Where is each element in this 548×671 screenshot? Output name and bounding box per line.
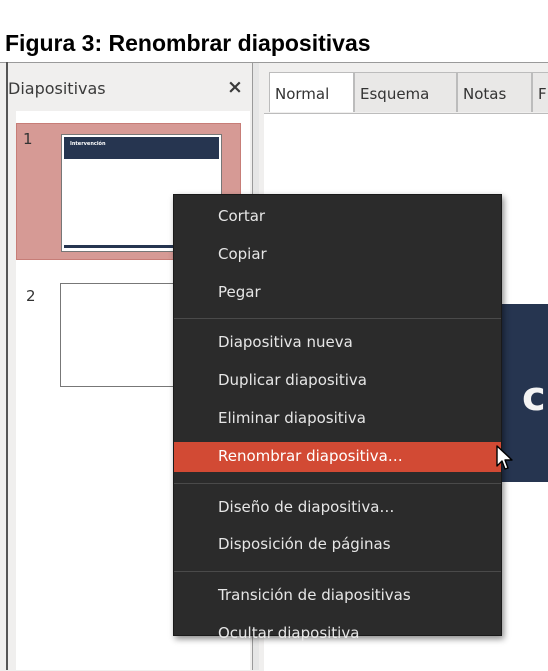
slides-pane-title: Diapositivas [8,79,106,98]
thumb-title-bar: Intervención [64,137,219,159]
menu-item[interactable]: Cortar [174,202,501,232]
view-tabs: Normal Esquema Notas F [259,63,548,113]
menu-item[interactable]: Renombrar diapositiva… [174,441,501,472]
menu-separator [174,482,501,484]
tab-notas[interactable]: Notas [457,72,532,112]
slide-number: 2 [26,287,36,305]
tab-partial[interactable]: F [532,72,548,112]
menu-item[interactable]: Diseño de diapositiva… [174,493,501,523]
context-menu: Cortar Copiar Pegar Diapositiva nueva Duplic… [173,194,502,642]
menu-item[interactable]: Ocultar diapositiva [174,619,501,649]
close-icon[interactable]: × [227,76,243,98]
mouse-pointer-icon [496,445,513,470]
figure-caption: Figura 3: Renombrar diapositivas [5,30,371,56]
thumb-title-text: Intervención [70,141,106,147]
slide-title-fragment: ció [522,374,548,420]
menu-item[interactable]: Disposición de páginas [174,530,501,560]
menu-item[interactable]: Duplicar diapositiva [174,366,501,396]
menu-separator [174,571,501,573]
tab-esquema[interactable]: Esquema [354,72,457,112]
menu-item[interactable]: Pegar [174,278,501,308]
menu-item[interactable]: Eliminar diapositiva [174,404,501,434]
menu-item[interactable]: Diapositiva nueva [174,328,501,358]
slide-number: 1 [23,130,33,148]
tab-normal[interactable]: Normal [269,72,354,112]
menu-item[interactable]: Transición de diapositivas [174,581,501,611]
menu-item[interactable]: Copiar [174,240,501,270]
menu-separator [174,318,501,320]
